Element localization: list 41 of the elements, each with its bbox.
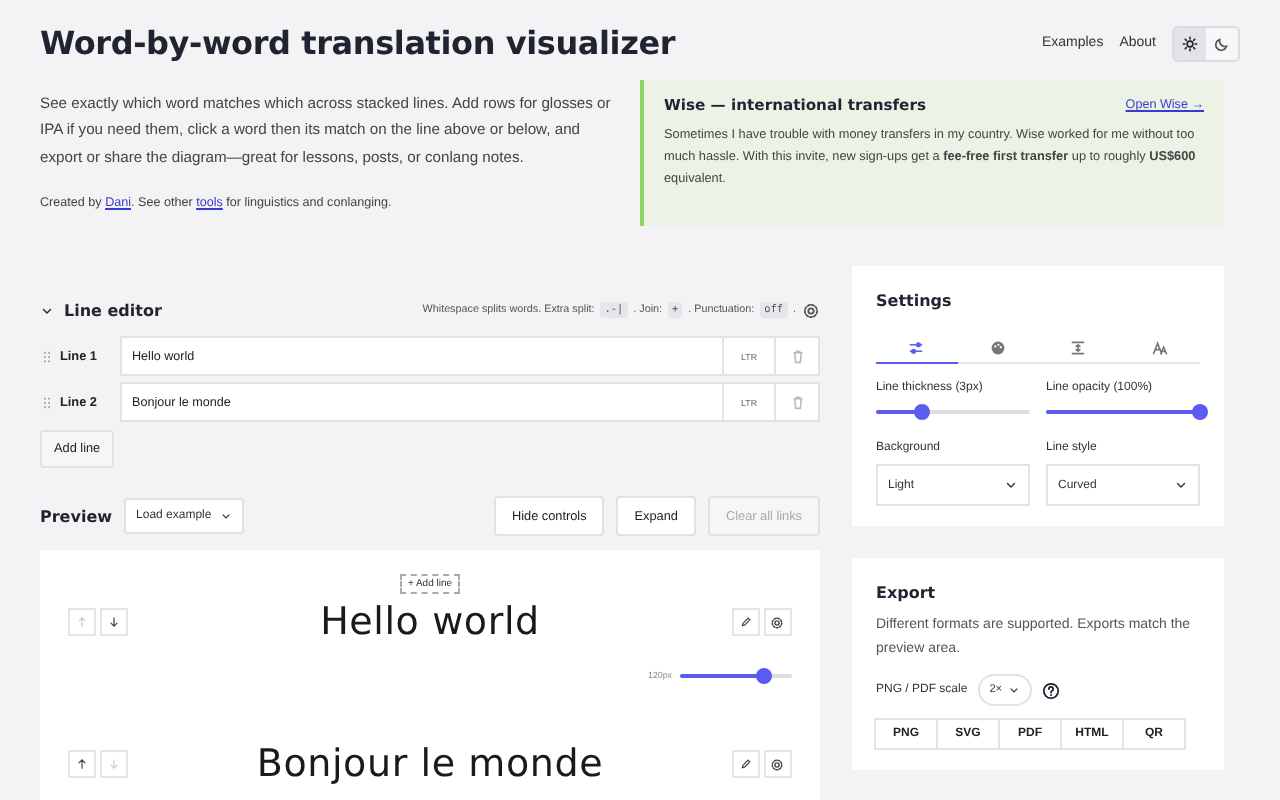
move-up-button[interactable] [68, 750, 96, 778]
export-title: Export [876, 584, 938, 602]
arrow-down-icon [108, 616, 120, 628]
arrow-down-icon [108, 758, 120, 770]
preview-line-text[interactable]: Hello world [320, 600, 540, 644]
trash-icon [789, 348, 805, 364]
arrow-up-icon [76, 616, 88, 628]
line-editor-title: Line editor [64, 301, 162, 319]
page-title: Word-by-word translation visualizer [40, 24, 676, 62]
edit-button[interactable] [731, 750, 760, 778]
pencil-icon [739, 616, 752, 628]
preview-title: Preview [40, 507, 113, 525]
edit-button[interactable] [731, 608, 760, 636]
dark-theme-button[interactable] [1206, 27, 1238, 59]
slider-thumb[interactable] [914, 404, 931, 420]
sun-icon [1182, 35, 1198, 51]
font-size-icon [1151, 339, 1168, 355]
light-theme-button[interactable] [1174, 27, 1206, 59]
chevron-down-icon [1008, 684, 1021, 696]
chevron-down-icon [1174, 478, 1188, 492]
arrow-up-icon [76, 758, 88, 770]
settings-button[interactable] [763, 750, 792, 778]
sliders-icon [908, 339, 925, 355]
settings-title: Settings [876, 292, 954, 310]
settings-button[interactable] [763, 608, 792, 636]
help-icon [1042, 681, 1061, 699]
palette-icon [989, 339, 1006, 355]
spacing-icon [1070, 339, 1087, 355]
chevron-down-icon [1004, 478, 1018, 492]
settings-icon [802, 301, 820, 319]
slider-thumb[interactable] [756, 667, 772, 683]
trash-icon [789, 394, 805, 410]
settings-icon [770, 615, 785, 629]
preview-line-text[interactable]: Bonjour le monde [256, 742, 604, 786]
move-down-button[interactable] [100, 608, 128, 636]
settings-icon [770, 757, 785, 771]
slider-thumb[interactable] [1192, 404, 1208, 420]
chevron-down-icon [40, 303, 54, 317]
moon-icon [1214, 35, 1230, 51]
chevron-down-icon [219, 510, 232, 522]
pencil-icon [739, 758, 752, 770]
